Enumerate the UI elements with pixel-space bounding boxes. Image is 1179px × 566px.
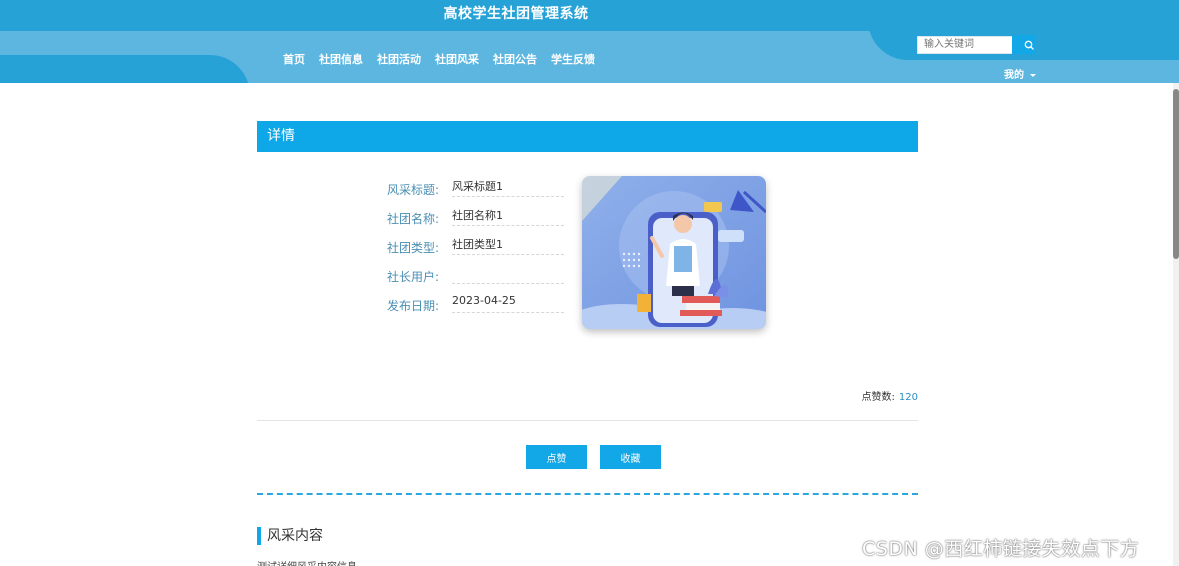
likes-number: 120: [898, 392, 918, 403]
page: 高校学生社团管理系统 首页 社团信息 社团活动 社团风采 社团公告 学生反馈 我…: [0, 0, 1179, 566]
field-row-title: 风采标题: 风采标题1: [357, 176, 567, 204]
content-section-title: 风采内容: [257, 527, 323, 545]
field-value: [452, 265, 564, 284]
nav-item-club-activities[interactable]: 社团活动: [377, 51, 421, 67]
field-value: 风采标题1: [452, 178, 564, 197]
field-label: 风采标题:: [386, 183, 439, 197]
like-button[interactable]: 点赞: [526, 445, 587, 469]
user-menu-label: 我的: [1004, 70, 1024, 81]
search-button[interactable]: [1012, 35, 1035, 54]
header: 高校学生社团管理系统 首页 社团信息 社团活动 社团风采 社团公告 学生反馈 我…: [0, 0, 1179, 83]
likes-label: 点赞数:: [861, 392, 895, 403]
watermark: CSDN @西红柿链接失效点下方: [862, 538, 1140, 560]
nav-item-club-notices[interactable]: 社团公告: [493, 51, 537, 67]
dashed-divider: [257, 493, 918, 495]
scrollbar[interactable]: [1173, 83, 1179, 566]
favorite-button[interactable]: 收藏: [600, 445, 661, 469]
field-row-president: 社长用户:: [357, 263, 567, 291]
field-label: 社团名称:: [386, 212, 439, 226]
field-label: 社长用户:: [386, 270, 439, 284]
field-value: 社团类型1: [452, 236, 564, 255]
field-label: 社团类型:: [386, 241, 439, 255]
field-value: 社团名称1: [452, 207, 564, 226]
content-text: 测试详细风采内容信息: [257, 558, 357, 566]
scrollbar-thumb[interactable]: [1173, 89, 1179, 259]
detail-title-bar: 详情: [257, 121, 918, 152]
likes-count: 点赞数: 120: [830, 388, 918, 403]
field-value: 2023-04-25: [452, 294, 564, 313]
field-row-club-name: 社团名称: 社团名称1: [357, 205, 567, 233]
user-menu[interactable]: 我的: [1004, 66, 1036, 81]
field-row-publish-date: 发布日期: 2023-04-25: [357, 292, 567, 320]
nav-item-student-feedback[interactable]: 学生反馈: [551, 51, 595, 67]
showcase-image: [582, 176, 766, 329]
search-input[interactable]: [917, 36, 1017, 54]
nav-item-home[interactable]: 首页: [283, 51, 305, 67]
nav-item-club-showcase[interactable]: 社团风采: [435, 51, 479, 67]
main-nav: 首页 社团信息 社团活动 社团风采 社团公告 学生反馈: [283, 51, 609, 67]
field-row-club-type: 社团类型: 社团类型1: [357, 234, 567, 262]
nav-item-club-info[interactable]: 社团信息: [319, 51, 363, 67]
site-title: 高校学生社团管理系统: [443, 6, 589, 22]
divider: [257, 420, 918, 421]
header-wave-left: [0, 55, 250, 83]
chevron-down-icon: [1030, 73, 1036, 77]
field-label: 发布日期:: [386, 299, 439, 313]
search-icon: [1024, 40, 1034, 50]
